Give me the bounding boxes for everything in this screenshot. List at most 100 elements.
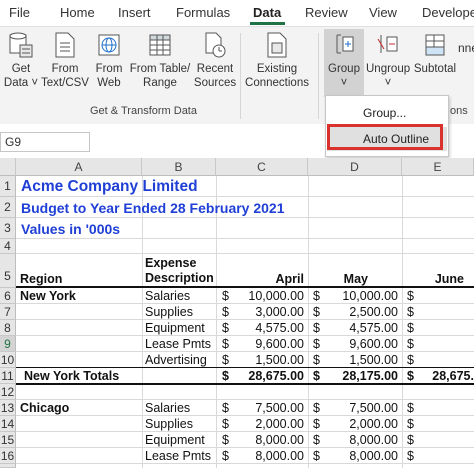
currency-symbol: $ [407,353,414,367]
tab-review[interactable]: Review [305,5,348,20]
title-company[interactable]: Acme Company Limited [21,178,198,196]
expense-desc[interactable]: Lease Pmts [145,337,211,351]
row-header[interactable]: 17 [0,464,16,468]
expense-desc[interactable]: Equipment [145,321,205,335]
subtotal-button[interactable]: Subtotal [412,31,458,76]
row-header[interactable]: 7 [0,304,16,320]
value-april[interactable]: 2,000.00 [232,417,304,431]
value-may[interactable]: 2,000.00 [324,417,398,431]
row-header[interactable]: 13 [0,400,16,416]
ungroup-button[interactable]: Ungroup ˅ [366,31,410,90]
menu-item-group[interactable]: Group... [327,101,447,125]
row-header[interactable]: 4 [0,239,16,254]
header-june[interactable]: June [402,272,464,286]
value-may[interactable]: 2,500.00 [324,305,398,319]
group-icon [331,31,357,59]
region-new-york[interactable]: New York [20,289,76,303]
tab-insert[interactable]: Insert [118,5,151,20]
currency-symbol: $ [407,289,414,303]
row-header[interactable]: 2 [0,197,16,218]
tab-data[interactable]: Data [253,5,281,20]
row-header[interactable]: 6 [0,288,16,304]
value-april[interactable]: 7,500.00 [232,401,304,415]
value-may[interactable]: 10,000.00 [324,289,398,303]
active-tab-indicator [250,22,285,25]
value-may[interactable]: 7,500.00 [324,401,398,415]
row-header[interactable]: 1 [0,176,16,197]
expense-desc[interactable]: Salaries [145,289,190,303]
from-web-button[interactable]: From Web [91,31,127,90]
value-april[interactable]: 4,575.00 [232,321,304,335]
row-header[interactable]: 11 [0,368,16,384]
tab-file[interactable]: File [9,5,30,20]
value-may[interactable]: 8,000.00 [324,449,398,463]
existing-connections-button[interactable]: Existing Connections [244,31,310,90]
column-header-b[interactable]: B [142,158,216,176]
existing-connections-label2: Connections [245,77,309,89]
value-may[interactable]: 4,575.00 [324,321,398,335]
expense-desc[interactable]: Supplies [145,417,193,431]
gridline [142,176,143,468]
header-expense[interactable]: Expense [145,256,196,270]
expense-desc[interactable]: Equipment [145,433,205,447]
value-april[interactable]: 10,000.00 [232,289,304,303]
region-chicago[interactable]: Chicago [20,401,69,415]
expense-desc[interactable]: Salaries [145,401,190,415]
get-data-button[interactable]: Get Data ˅ [3,31,39,90]
column-header-d[interactable]: D [308,158,402,176]
recent-sources-button[interactable]: Recent Sources [193,31,237,90]
tab-home[interactable]: Home [60,5,95,20]
title-values[interactable]: Values in '000s [21,221,120,237]
row-header[interactable]: 14 [0,416,16,432]
tab-view[interactable]: View [369,5,397,20]
group-button[interactable]: Group ˅ [324,31,364,90]
currency-symbol: $ [313,289,320,303]
value-may[interactable]: 9,600.00 [324,337,398,351]
value-may[interactable]: 8,000.00 [324,433,398,447]
row-header[interactable]: 8 [0,320,16,336]
column-header-e[interactable]: E [402,158,474,176]
row-header[interactable]: 16 [0,448,16,464]
value-april[interactable]: 8,000.00 [232,449,304,463]
total-june[interactable]: 28,675. [416,369,474,383]
value-april[interactable]: 9,600.00 [232,337,304,351]
row-header[interactable]: 5 [0,254,16,288]
from-table-range-button[interactable]: From Table/ Range [129,31,191,90]
tab-formulas[interactable]: Formulas [176,5,230,20]
new-york-totals-label[interactable]: New York Totals [24,369,119,383]
row-header[interactable]: 3 [0,218,16,239]
row-header[interactable]: 10 [0,352,16,368]
value-april[interactable]: 1,500.00 [232,353,304,367]
header-april[interactable]: April [216,272,304,286]
total-may[interactable]: 28,175.00 [324,369,398,383]
row-header[interactable]: 12 [0,384,16,400]
total-april[interactable]: 28,675.00 [232,369,304,383]
row-header[interactable]: 15 [0,432,16,448]
gridline [16,303,474,304]
name-box[interactable]: G9 [0,132,90,152]
column-header-a[interactable]: A [16,158,142,176]
column-header-c[interactable]: C [216,158,308,176]
value-april[interactable]: 8,000.00 [232,433,304,447]
header-description[interactable]: Description [145,271,214,285]
ungroup-label2: ˅ [384,77,392,89]
gridline [16,196,474,197]
currency-symbol: $ [313,337,320,351]
title-budget[interactable]: Budget to Year Ended 28 February 2021 [21,200,285,216]
row-header-selected[interactable]: 9 [0,336,16,352]
select-all-corner[interactable] [0,158,16,176]
value-may[interactable]: 1,500.00 [324,353,398,367]
header-region[interactable]: Region [20,272,62,286]
from-text-csv-button[interactable]: From Text/CSV [41,31,89,90]
tab-developer[interactable]: Develope [422,5,474,20]
text-file-icon [52,31,78,59]
ungroup-label1: Ungroup [366,63,411,75]
currency-symbol: $ [313,369,320,383]
expense-desc[interactable]: Supplies [145,305,193,319]
value-april[interactable]: 3,000.00 [232,305,304,319]
header-may[interactable]: May [308,272,368,286]
expense-desc[interactable]: Lease Pmts [145,449,211,463]
expense-desc[interactable]: Advertising [145,353,207,367]
get-data-label2: Data ˅ [3,77,39,89]
totals-top-border [16,367,474,368]
